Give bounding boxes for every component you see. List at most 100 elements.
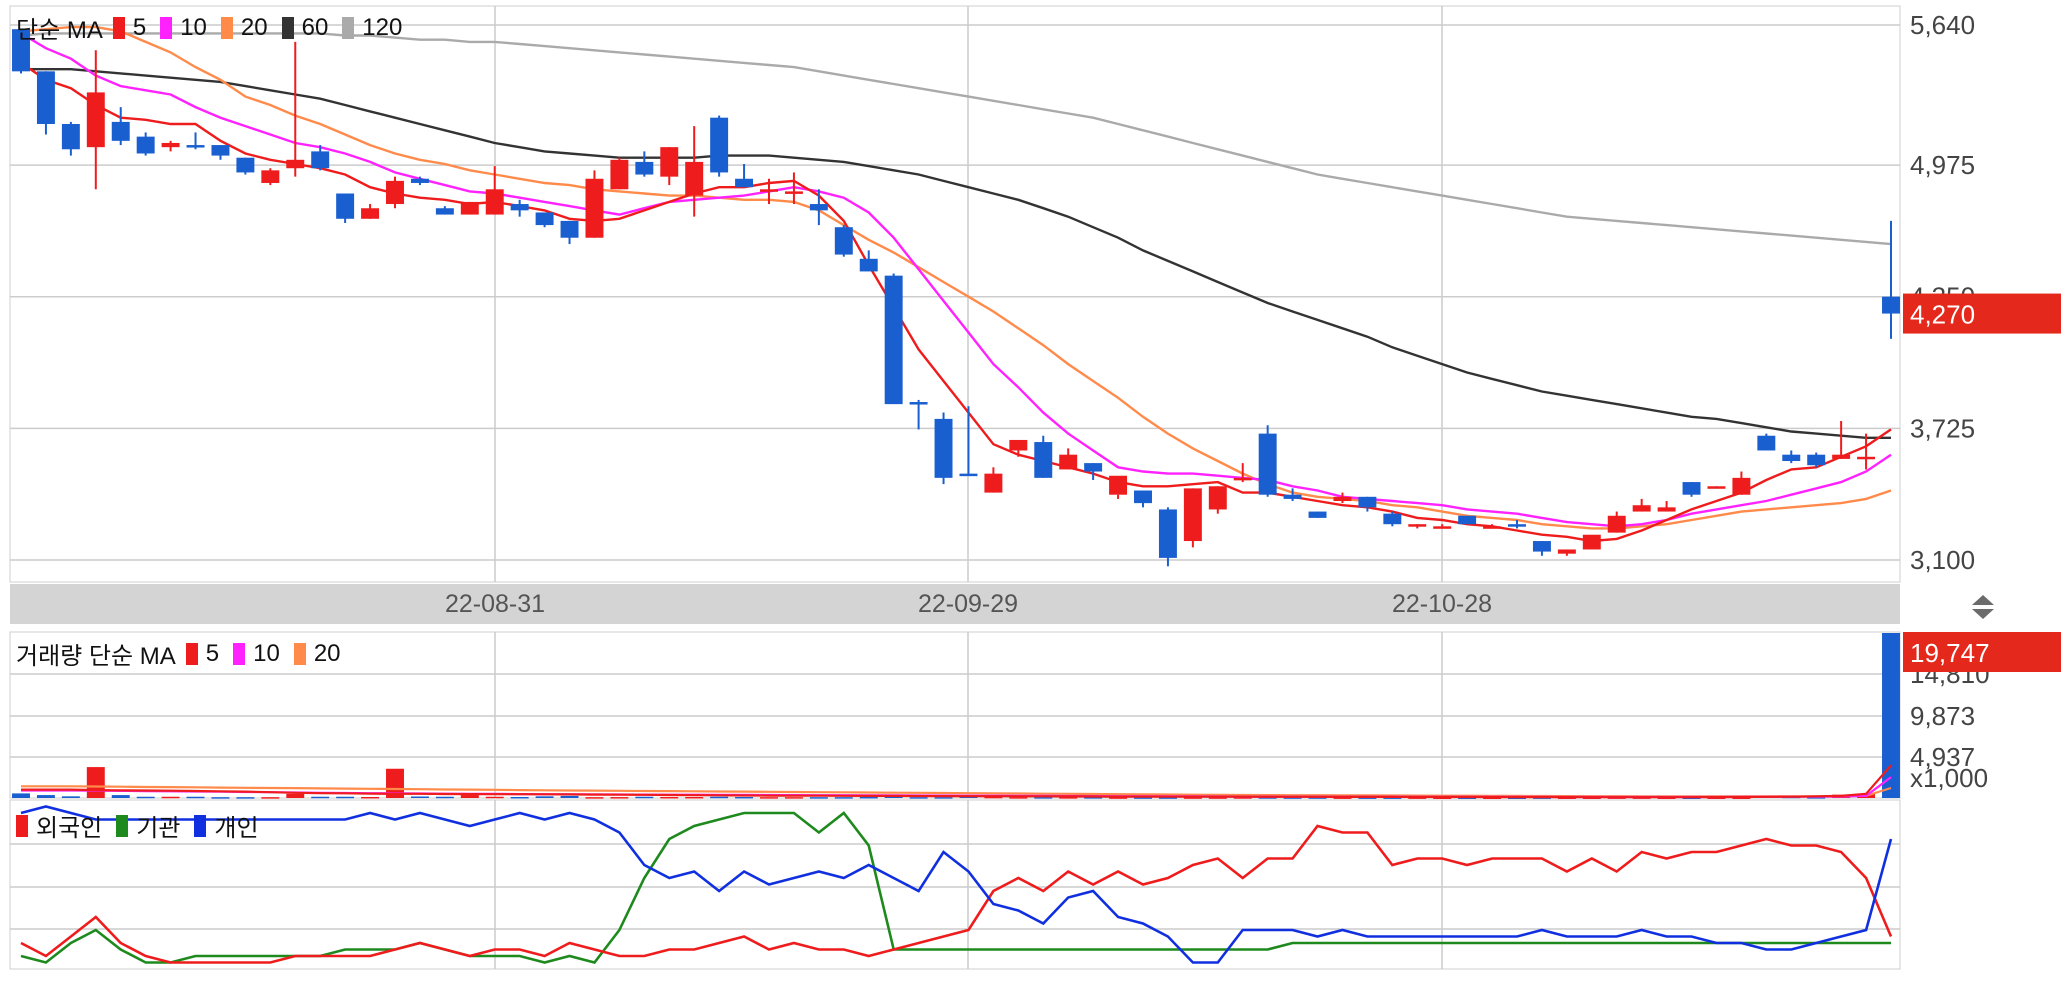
candle — [635, 151, 654, 177]
investor-legend: 외국인 기관 개인 — [16, 808, 273, 843]
volume-bar — [186, 796, 205, 799]
candle-body — [1557, 549, 1576, 554]
candle — [1757, 433, 1776, 451]
date-label-3: 22-10-28 — [1391, 590, 1493, 618]
candle-body — [336, 193, 355, 219]
candle-body — [111, 121, 130, 141]
legend-institution: 기관 — [116, 808, 180, 843]
volume-bar — [784, 797, 803, 799]
panel-resize-icon[interactable] — [1968, 592, 1998, 622]
candle-body — [186, 145, 205, 148]
legend-ma120: 120 — [342, 14, 402, 42]
legend-vol-ma20: 20 — [293, 640, 341, 668]
candle-body — [560, 220, 579, 238]
volume-bar — [311, 796, 330, 799]
candle-body — [1283, 494, 1302, 499]
volume-bar — [760, 797, 778, 799]
candle — [1034, 435, 1053, 478]
candle — [1582, 534, 1601, 550]
price-tick-label: 4,975 — [1910, 150, 1975, 180]
ma5-line — [20, 61, 1892, 543]
volume-bar — [685, 796, 704, 799]
candle — [1084, 463, 1103, 480]
legend-ma60: 60 — [281, 14, 328, 42]
candle-body — [1508, 524, 1526, 527]
volume-bar — [12, 793, 30, 798]
candle-body — [884, 275, 903, 405]
ma10-line — [20, 32, 1892, 528]
volume-bar — [460, 795, 479, 798]
volume-bar — [909, 797, 928, 799]
candle-body — [1109, 475, 1128, 495]
candle — [386, 176, 404, 209]
volume-bar — [535, 796, 554, 798]
current-volume-label: 19,747 — [1910, 638, 1990, 668]
candle — [660, 147, 679, 186]
candle — [1632, 498, 1651, 512]
candle — [435, 206, 454, 215]
volume-tick-label: 9,873 — [1910, 701, 1975, 731]
candle-body — [435, 208, 454, 215]
candle-body — [1233, 477, 1252, 481]
candle-body — [61, 123, 80, 150]
candle — [1183, 488, 1202, 548]
candle-body — [610, 159, 629, 190]
candle — [884, 273, 903, 405]
ma120-line — [20, 32, 1892, 246]
candle-body — [211, 145, 230, 156]
volume-bar — [410, 796, 429, 798]
candle — [161, 140, 180, 152]
candle — [1882, 220, 1900, 339]
candle-body — [1607, 515, 1626, 533]
candle — [111, 107, 130, 146]
candle — [560, 220, 579, 245]
candle-body — [760, 189, 778, 192]
candle — [1458, 515, 1477, 525]
candle — [1308, 511, 1327, 518]
candle — [735, 164, 754, 188]
candle — [1707, 486, 1726, 489]
candle — [1383, 511, 1402, 527]
candle — [1782, 450, 1801, 464]
candle — [136, 132, 155, 156]
candle-body — [1009, 439, 1028, 451]
candle-body — [535, 212, 554, 226]
candle — [1009, 439, 1028, 457]
candle-body — [1532, 541, 1551, 552]
ma20-line — [20, 25, 1892, 530]
candle-body — [959, 473, 978, 477]
candle — [1408, 524, 1427, 529]
candle — [1732, 471, 1751, 495]
candle-body — [1707, 486, 1726, 489]
legend-vol-ma5: 5 — [185, 640, 219, 668]
candle-body — [410, 178, 429, 183]
candle-body — [1059, 454, 1078, 470]
legend-ma5: 5 — [112, 14, 146, 42]
candle-body — [460, 201, 479, 215]
candle — [610, 157, 629, 190]
legend-ma20: 20 — [220, 14, 268, 42]
candle — [186, 132, 205, 150]
candle — [535, 212, 554, 228]
candle — [336, 193, 355, 223]
candle-body — [1483, 526, 1502, 529]
volume-bar — [161, 796, 180, 799]
volume-bar — [261, 797, 280, 799]
candle — [1158, 507, 1177, 567]
candle — [286, 41, 305, 177]
candle — [1607, 511, 1626, 533]
price-tick-label: 3,725 — [1910, 413, 1975, 443]
volume-bar — [635, 796, 654, 799]
candle — [261, 168, 280, 186]
candle — [211, 145, 230, 160]
candle — [1433, 524, 1452, 529]
candle — [834, 225, 853, 257]
volume-bar — [361, 796, 380, 799]
candle — [934, 412, 953, 485]
candle — [1557, 549, 1576, 556]
candle — [1233, 463, 1252, 483]
volume-bar — [934, 797, 953, 799]
candle-body — [934, 418, 953, 478]
legend-vol-ma10: 10 — [233, 640, 280, 668]
volume-bar — [286, 793, 305, 798]
